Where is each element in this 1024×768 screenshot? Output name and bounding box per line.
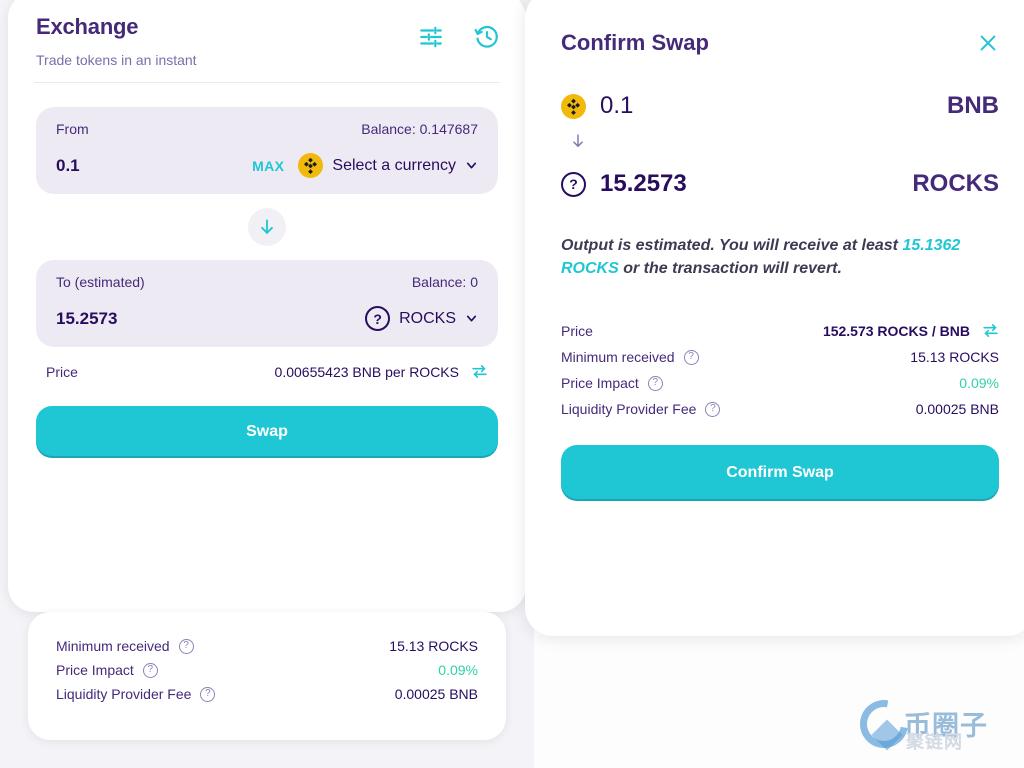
modal-detail-label-group: Price Impact ? (561, 375, 663, 391)
modal-detail-value-group: 152.573 ROCKS / BNB (823, 322, 999, 339)
detail-label: Liquidity Provider Fee (56, 686, 191, 702)
modal-to-symbol: ROCKS (912, 170, 999, 198)
help-icon[interactable]: ? (143, 663, 158, 678)
swap-button[interactable]: Swap (36, 406, 498, 458)
detail-value: 0.00025 BNB (395, 686, 478, 702)
modal-to-token-row: ? 15.2573 ROCKS (561, 170, 999, 198)
modal-title: Confirm Swap (561, 30, 709, 56)
modal-detail-label-group: Liquidity Provider Fee ? (561, 401, 720, 417)
switch-row (36, 194, 498, 260)
modal-detail-label: Price Impact (561, 375, 639, 391)
price-value-group: 0.00655423 BNB per ROCKS (275, 363, 488, 380)
confirm-swap-button[interactable]: Confirm Swap (561, 445, 999, 501)
to-balance: Balance: 0 (412, 274, 478, 290)
from-currency-select[interactable]: Select a currency (298, 153, 478, 178)
swap-direction-icon[interactable] (471, 363, 488, 380)
modal-from-amount: 0.1 (600, 92, 633, 120)
max-button[interactable]: MAX (252, 158, 284, 174)
modal-detail-label: Price (561, 323, 593, 339)
modal-detail-label-group: Minimum received ? (561, 349, 699, 365)
exchange-header: Exchange Trade tokens in an instant (8, 0, 526, 82)
close-icon[interactable] (977, 32, 999, 54)
detail-row-minimum-received: Minimum received ? 15.13 ROCKS (56, 638, 478, 654)
estimate-note-part1: Output is estimated. You will receive at… (561, 237, 902, 254)
chevron-down-icon (465, 159, 478, 172)
modal-from-token-row: 0.1 BNB (561, 92, 999, 120)
bnb-coin-icon (561, 94, 586, 119)
modal-detail-label: Liquidity Provider Fee (561, 401, 696, 417)
modal-detail-value: 0.09% (959, 375, 999, 391)
watermark: 币圈子 聚链网 (858, 698, 1010, 756)
to-amount-input[interactable]: 15.2573 (56, 309, 117, 329)
exchange-body: From Balance: 0.147687 0.1 MAX (8, 83, 526, 458)
price-label: Price (46, 364, 78, 380)
modal-detail-value: 152.573 ROCKS / BNB (823, 323, 970, 339)
watermark-subtext: 聚链网 (906, 728, 963, 754)
to-currency-select[interactable]: ? ROCKS (365, 306, 478, 331)
question-circle-icon: ? (365, 306, 390, 331)
price-value: 0.00655423 BNB per ROCKS (275, 364, 459, 380)
exchange-card: Exchange Trade tokens in an instant (8, 0, 526, 612)
app-root: Exchange Trade tokens in an instant (0, 0, 1024, 768)
modal-detail-value: 0.00025 BNB (916, 401, 999, 417)
modal-detail-value: 15.13 ROCKS (910, 349, 999, 365)
to-label: To (estimated) (56, 274, 145, 290)
detail-label: Price Impact (56, 662, 134, 678)
from-right-controls: MAX Select a currency (252, 153, 478, 178)
modal-to-left: ? 15.2573 (561, 170, 687, 198)
detail-label-group: Minimum received ? (56, 638, 194, 654)
from-balance: Balance: 0.147687 (361, 121, 478, 137)
help-icon[interactable]: ? (705, 402, 720, 417)
detail-label: Minimum received (56, 638, 170, 654)
detail-label-group: Price Impact ? (56, 662, 158, 678)
price-row: Price 0.00655423 BNB per ROCKS (36, 347, 498, 380)
swap-details-card: Minimum received ? 15.13 ROCKS Price Imp… (28, 612, 506, 740)
modal-from-symbol: BNB (947, 92, 999, 120)
to-token-box: To (estimated) Balance: 0 15.2573 ? ROCK… (36, 260, 498, 347)
help-icon[interactable]: ? (200, 687, 215, 702)
from-header: From Balance: 0.147687 (56, 121, 478, 137)
confirm-swap-modal: Confirm Swap 0.1 BNB (525, 0, 1024, 636)
to-controls: 15.2573 ? ROCKS (56, 306, 478, 331)
arrow-down-icon (569, 132, 587, 150)
help-icon[interactable]: ? (684, 350, 699, 365)
detail-label-group: Liquidity Provider Fee ? (56, 686, 215, 702)
modal-detail-label: Minimum received (561, 349, 675, 365)
modal-to-amount: 15.2573 (600, 170, 687, 198)
modal-from-left: 0.1 (561, 92, 633, 120)
switch-tokens-button[interactable] (248, 208, 286, 246)
estimate-note-part2: or the transaction will revert. (619, 260, 842, 277)
from-token-box: From Balance: 0.147687 0.1 MAX (36, 107, 498, 194)
to-currency-label: ROCKS (399, 310, 456, 328)
page-subtitle: Trade tokens in an instant (36, 52, 498, 68)
from-currency-label: Select a currency (332, 157, 456, 175)
modal-detail-row-liquidity-provider-fee: Liquidity Provider Fee ? 0.00025 BNB (561, 401, 999, 417)
history-icon[interactable] (474, 24, 500, 50)
detail-value: 0.09% (438, 662, 478, 678)
detail-row-price-impact: Price Impact ? 0.09% (56, 662, 478, 678)
detail-value: 15.13 ROCKS (389, 638, 478, 654)
from-amount-input[interactable]: 0.1 (56, 156, 80, 176)
modal-header: Confirm Swap (561, 30, 999, 56)
swap-direction-icon[interactable] (982, 322, 999, 339)
help-icon[interactable]: ? (648, 376, 663, 391)
modal-detail-label-group: Price (561, 323, 593, 339)
modal-details: Price 152.573 ROCKS / BNB Minimum receiv… (561, 322, 999, 417)
to-header: To (estimated) Balance: 0 (56, 274, 478, 290)
chevron-down-icon (465, 312, 478, 325)
modal-detail-row-price: Price 152.573 ROCKS / BNB (561, 322, 999, 339)
modal-detail-row-price-impact: Price Impact ? 0.09% (561, 375, 999, 391)
help-icon[interactable]: ? (179, 639, 194, 654)
detail-row-liquidity-provider-fee: Liquidity Provider Fee ? 0.00025 BNB (56, 686, 478, 702)
modal-detail-row-minimum-received: Minimum received ? 15.13 ROCKS (561, 349, 999, 365)
from-label: From (56, 121, 89, 137)
estimate-note: Output is estimated. You will receive at… (561, 234, 999, 280)
sliders-icon[interactable] (418, 24, 444, 50)
question-circle-icon: ? (561, 172, 586, 197)
from-controls: 0.1 MAX Select a currency (56, 153, 478, 178)
bnb-coin-icon (298, 153, 323, 178)
header-actions (418, 24, 500, 50)
